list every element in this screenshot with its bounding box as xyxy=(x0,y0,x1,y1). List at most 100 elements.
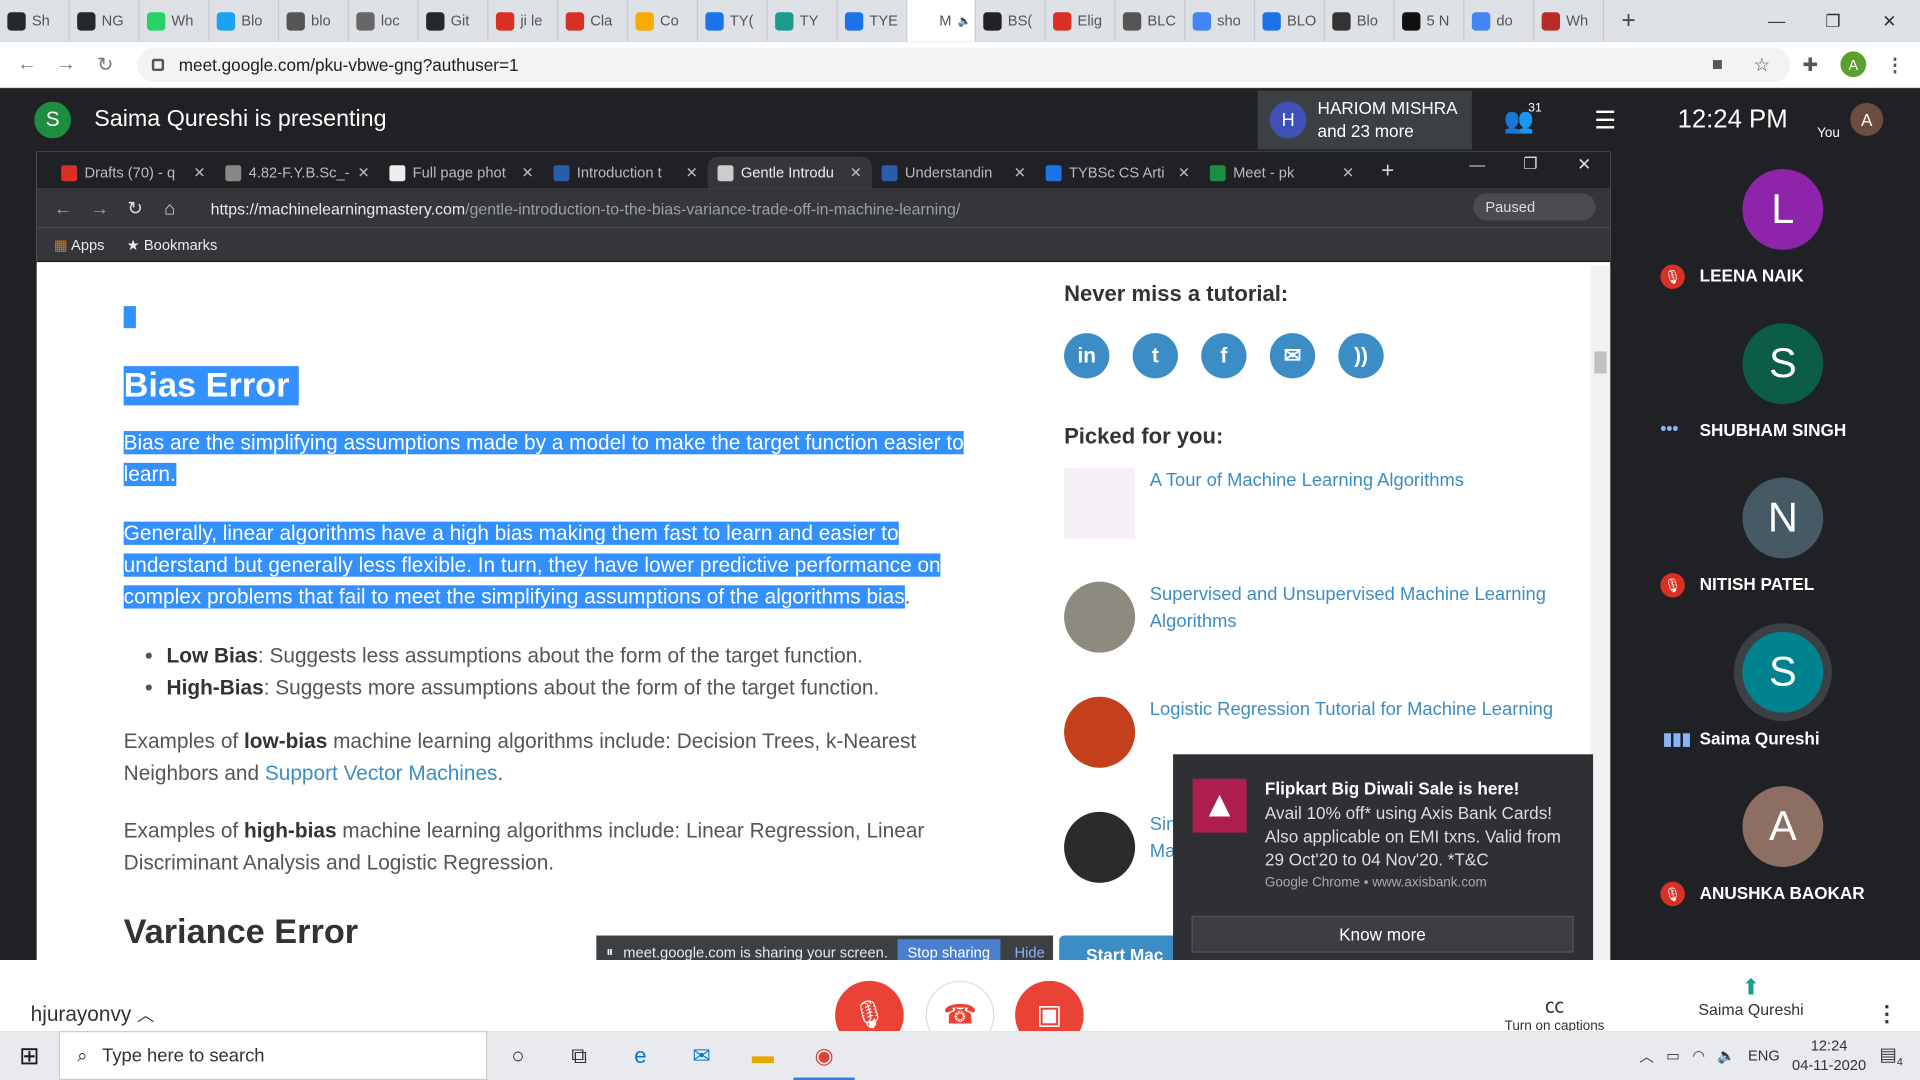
inner-minimize-icon: — xyxy=(1469,155,1486,174)
pause-icon: ⏸ xyxy=(606,942,614,961)
blog-icon xyxy=(216,11,236,31)
language-label[interactable]: ENG xyxy=(1748,1047,1780,1064)
browser-tab[interactable]: do xyxy=(1465,0,1535,42)
browser-tab[interactable]: TYE xyxy=(838,0,908,42)
axis-bank-logo-icon: ▲ xyxy=(1192,778,1247,833)
minimize-icon[interactable]: — xyxy=(1749,0,1805,42)
picked-title[interactable]: A Tour of Machine Learning Algorithms xyxy=(1150,468,1464,495)
outer-url-field[interactable]: meet.google.com/pku-vbwe-gng?authuser=1 xyxy=(137,47,1791,83)
browser-tab[interactable]: Wh xyxy=(1534,0,1605,42)
participant-tile[interactable]: S ▮▮▮ Saima Qureshi xyxy=(1648,615,1920,769)
browser-tab[interactable]: Wh xyxy=(140,0,210,42)
new-tab-icon[interactable]: + xyxy=(1604,7,1653,35)
more-options-icon[interactable]: ⋮ xyxy=(1876,1002,1898,1028)
chat-icon[interactable]: ☰ xyxy=(1594,105,1616,136)
browser-tab[interactable]: loc xyxy=(349,0,419,42)
browser-tab[interactable]: TY( xyxy=(698,0,768,42)
browser-tab[interactable]: Blo xyxy=(209,0,280,42)
browser-tab[interactable]: NG xyxy=(70,0,140,42)
classroom-icon xyxy=(844,11,864,31)
linkedin-icon[interactable]: in xyxy=(1064,333,1110,379)
svm-link[interactable]: Support Vector Machines xyxy=(265,762,498,785)
wifi-icon[interactable]: ◠ xyxy=(1692,1047,1705,1064)
reload-icon[interactable]: ↻ xyxy=(86,52,125,76)
browser-tab[interactable]: sho xyxy=(1185,0,1256,42)
browser-tab[interactable]: BLC xyxy=(1116,0,1186,42)
maximize-icon[interactable]: ❐ xyxy=(1805,0,1861,42)
picked-title[interactable]: Supervised and Unsupervised Machine Lear… xyxy=(1150,582,1554,636)
battery-icon[interactable]: ▭ xyxy=(1666,1047,1680,1064)
wikipedia-icon xyxy=(1332,11,1351,31)
picked-thumbnail xyxy=(1064,581,1136,653)
inner-url: https://machinelearningmastery.com/gentl… xyxy=(211,193,1472,222)
profile-avatar[interactable]: A xyxy=(1840,51,1867,78)
tab-label: NG xyxy=(101,12,124,30)
action-center-icon[interactable]: ▤4 xyxy=(1879,1043,1903,1067)
picked-title[interactable]: Logistic Regression Tutorial for Machine… xyxy=(1150,697,1553,724)
it-icon xyxy=(983,11,1002,31)
tab-label: BS( xyxy=(1007,12,1033,30)
shared-browser-tab: Meet - pk ✕ xyxy=(1200,157,1364,189)
chrome-icon[interactable]: ◉ xyxy=(793,1031,855,1080)
browser-tab[interactable]: TY xyxy=(768,0,838,42)
camera-blocked-icon[interactable]: ■ xyxy=(1712,54,1723,75)
close-window-icon[interactable]: ✕ xyxy=(1861,0,1917,42)
chrome-notification[interactable]: ▲ Flipkart Big Diwali Sale is here! Avai… xyxy=(1173,754,1594,961)
participant-tile[interactable]: S ••• SHUBHAM SINGH xyxy=(1648,306,1920,460)
you-avatar[interactable]: A xyxy=(1850,102,1884,136)
know-more-button[interactable]: Know more xyxy=(1191,915,1574,953)
close-tab-icon: ✕ xyxy=(849,164,863,182)
back-icon[interactable]: ← xyxy=(7,53,46,75)
tray-chevron-icon[interactable]: ︿ xyxy=(1639,1045,1654,1066)
inner-reload-icon: ↻ xyxy=(127,198,143,220)
email-icon[interactable]: ✉ xyxy=(1269,333,1316,379)
camera-off-icon: ▣ xyxy=(1036,999,1063,1030)
menu-dots-icon[interactable]: ⋮ xyxy=(1886,54,1904,76)
close-tab-icon: ✕ xyxy=(1177,164,1191,182)
audio-playing-icon[interactable]: 🔈 xyxy=(958,14,972,27)
gmail-icon xyxy=(565,11,585,31)
bookmark-star-icon[interactable]: ☆ xyxy=(1753,54,1769,76)
participant-name: Saima Qureshi xyxy=(1699,728,1820,749)
cortana-icon[interactable]: ○ xyxy=(487,1043,548,1069)
participant-tile[interactable]: N 🎙 NITISH PATEL xyxy=(1648,460,1920,614)
low-bias-examples: Examples of low-bias machine learning al… xyxy=(123,729,917,785)
presenting-text: Saima Qureshi is presenting xyxy=(94,106,387,133)
rss-icon[interactable]: )) xyxy=(1338,333,1384,379)
presenting-button[interactable]: ⬆ Saima Qureshi xyxy=(1696,975,1806,1019)
facebook-icon[interactable]: f xyxy=(1201,333,1247,379)
forward-icon[interactable]: → xyxy=(47,53,86,75)
browser-tab[interactable]: Blo xyxy=(1325,0,1395,42)
taskbar-search[interactable]: ⌕ Type here to search xyxy=(58,1031,488,1080)
browser-tab[interactable]: Co xyxy=(628,0,698,42)
volume-icon[interactable]: 🔈 xyxy=(1717,1047,1735,1064)
file-explorer-icon[interactable]: ▬ xyxy=(732,1043,793,1069)
outer-tab-strip: Sh NG Wh Blo blo loc Git ji le Cla Co TY(TY TYE M 🔈 ✕ B… xyxy=(0,0,1920,42)
browser-tab[interactable]: M🔈✕ xyxy=(907,0,976,42)
participant-tile[interactable]: A 🎙 ANUSHKA BAOKAR xyxy=(1648,769,1920,923)
browser-tab[interactable]: Git xyxy=(419,0,489,42)
captions-button[interactable]: ㏄ Turn on captions xyxy=(1490,989,1619,1034)
browser-tab[interactable]: BS( xyxy=(976,0,1046,42)
taskbar-clock[interactable]: 12:24 04-11-2020 xyxy=(1792,1036,1866,1075)
list-item: Low Bias: Suggests less assumptions abou… xyxy=(167,640,1024,672)
browser-tab[interactable]: blo xyxy=(279,0,349,42)
variance-error-heading: Variance Error xyxy=(123,912,359,951)
browser-tab[interactable]: Elig xyxy=(1046,0,1116,42)
task-view-icon[interactable]: ⧉ xyxy=(549,1043,610,1069)
browser-tab[interactable]: BLO xyxy=(1255,0,1325,42)
mail-icon[interactable]: ✉ xyxy=(671,1043,732,1069)
browser-tab[interactable]: Cla xyxy=(558,0,629,42)
close-tab-icon: ✕ xyxy=(1013,164,1027,182)
participant-tile[interactable]: L 🎙 LEENA NAIK xyxy=(1648,152,1920,306)
browser-tab[interactable]: 5 N xyxy=(1395,0,1465,42)
meeting-code[interactable]: hjurayonvy ︿ xyxy=(31,1003,155,1027)
twitter-icon[interactable]: t xyxy=(1132,333,1178,379)
extensions-icon[interactable]: ✚ xyxy=(1802,54,1817,76)
host-tile[interactable]: H HARIOM MISHRA and 23 more xyxy=(1257,90,1472,150)
browser-tab[interactable]: Sh xyxy=(0,0,70,42)
edge-icon[interactable]: e xyxy=(610,1043,671,1069)
inner-url-path: /gentle-introduction-to-the-bias-varianc… xyxy=(465,198,961,218)
browser-tab[interactable]: ji le xyxy=(489,0,559,42)
windows-start-icon[interactable]: ⊞ xyxy=(0,1040,59,1071)
